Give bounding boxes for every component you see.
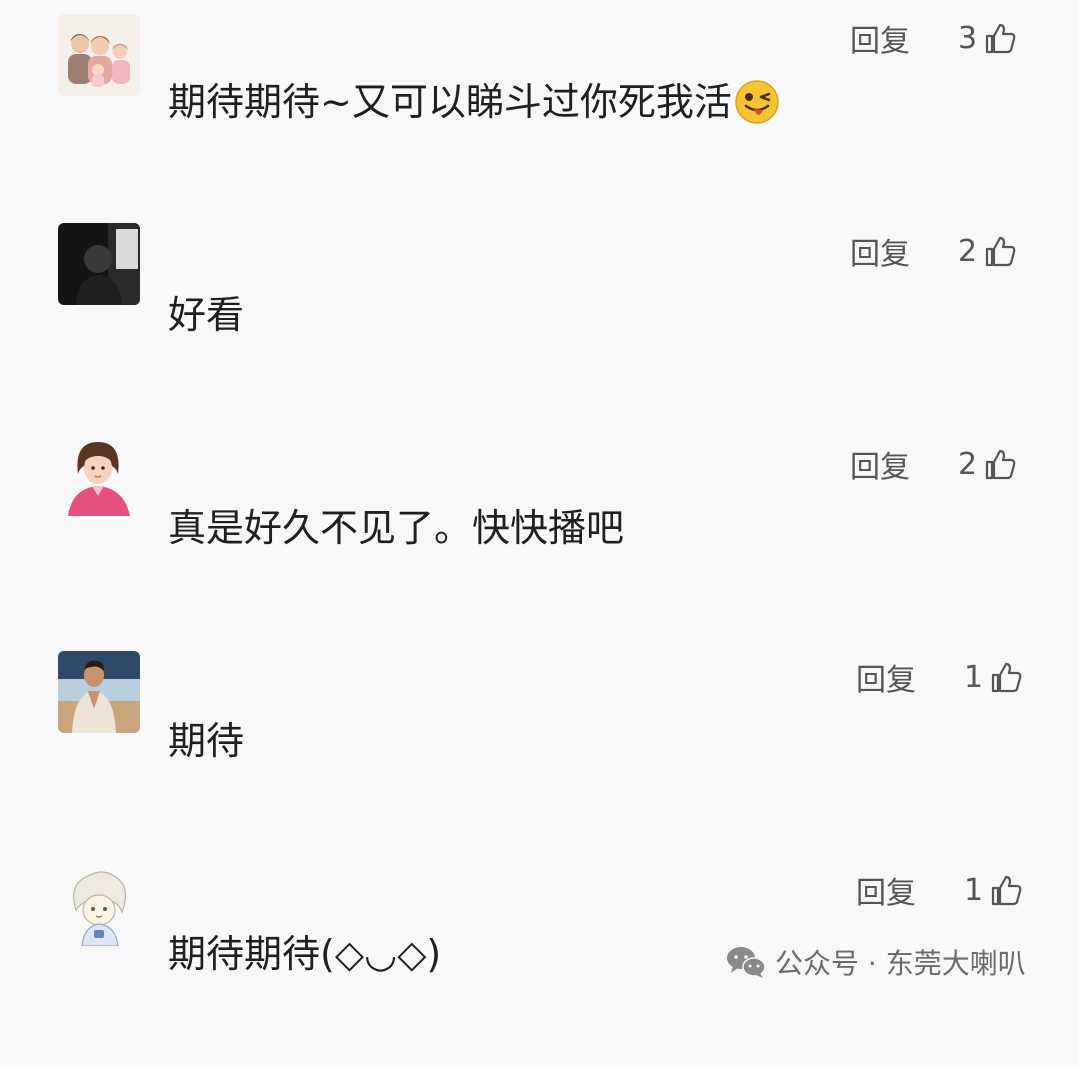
like-button[interactable]: 2 [958,447,1017,482]
comment-text: 期待期待~又可以睇斗过你死我活 [168,78,780,126]
reply-button[interactable]: 回复 [850,229,910,273]
comment-item: 好看 回复 2 [0,213,1079,426]
comment-text: 真是好久不见了。快快播吧 [168,504,624,552]
winking-tongue-emoji-icon [734,79,780,125]
comment-actions: 回复 1 [856,655,1023,699]
comment-item: 期待期待~又可以睇斗过你死我活 回复 3 [0,0,1079,213]
comment-body: 期待期待(◇◡◇) [168,932,442,976]
comment-item: 真是好久不见了。快快播吧 回复 2 [0,426,1079,639]
thumbs-up-icon [983,21,1017,55]
watermark-text: 公众号 · 东莞大喇叭 [775,947,1026,980]
sketch-character-avatar-icon[interactable] [58,864,140,946]
comment-text: 期待期待(◇◡◇) [168,930,441,978]
like-count: 3 [958,20,978,56]
family-avatar-icon[interactable] [58,14,140,96]
like-count: 2 [958,446,978,482]
thumbs-up-icon [983,234,1017,268]
comment-body: 好看 [168,293,245,337]
thumbs-up-icon [989,873,1023,907]
like-count: 1 [964,659,984,695]
comment-body: 期待 [168,719,245,763]
like-button[interactable]: 1 [964,660,1023,695]
watermark: 公众号 · 东莞大喇叭 [725,940,1026,984]
like-button[interactable]: 2 [958,234,1017,269]
comment-item: 期待 回复 1 [0,639,1079,852]
comment-actions: 回复 2 [850,229,1017,273]
girl-pink-jacket-avatar-icon[interactable] [58,434,140,516]
like-count: 1 [964,872,984,908]
wechat-icon [725,944,775,980]
thumbs-up-icon [983,447,1017,481]
comment-body: 真是好久不见了。快快播吧 [168,506,625,550]
comment-text: 好看 [168,291,244,339]
like-button[interactable]: 1 [964,873,1023,908]
comment-body: 期待期待~又可以睇斗过你死我活 [168,80,732,124]
like-count: 2 [958,233,978,269]
reply-button[interactable]: 回复 [850,442,910,486]
reply-button[interactable]: 回复 [856,868,916,912]
man-seaside-avatar-icon[interactable] [58,651,140,733]
comment-actions: 回复 3 [850,16,1017,60]
comment-text: 期待 [168,717,244,765]
reply-button[interactable]: 回复 [856,655,916,699]
reply-button[interactable]: 回复 [850,16,910,60]
dark-silhouette-avatar-icon[interactable] [58,223,140,305]
like-button[interactable]: 3 [958,21,1017,56]
comment-actions: 回复 1 [856,868,1023,912]
comment-actions: 回复 2 [850,442,1017,486]
thumbs-up-icon [989,660,1023,694]
